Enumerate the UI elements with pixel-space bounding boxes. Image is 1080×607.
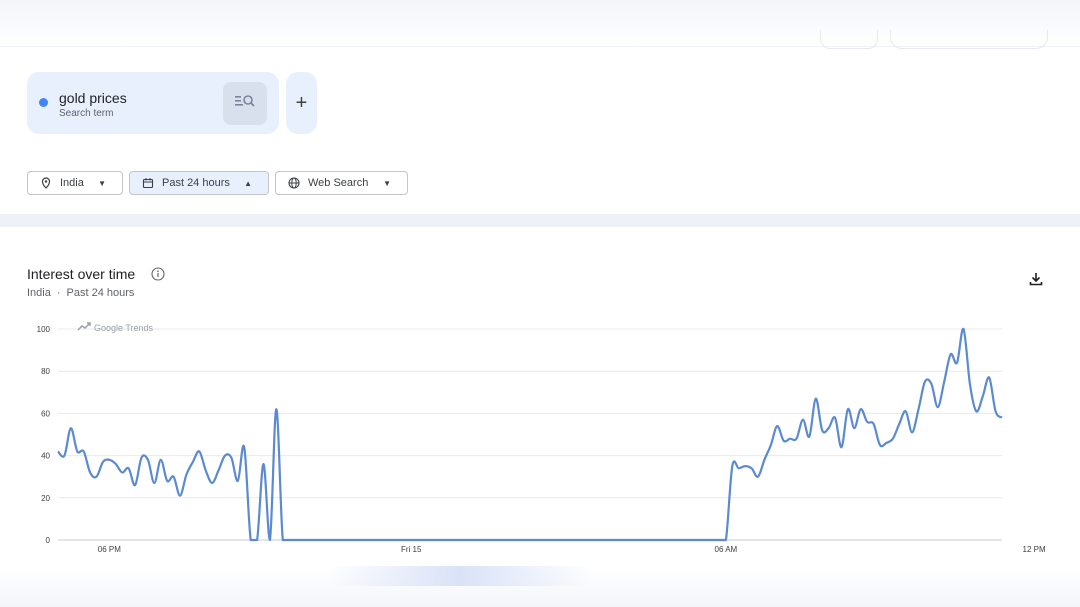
x-tick-label: 06 AM — [715, 545, 738, 554]
y-tick-label: 80 — [41, 367, 50, 376]
ghost-blob — [330, 566, 590, 586]
interest-chart: 0 20 40 60 80 100 06 PM Fri 15 06 AM 12 PM — [37, 325, 1046, 554]
y-tick-label: 0 — [46, 536, 51, 545]
x-tick-label: Fri 15 — [401, 545, 422, 554]
y-tick-label: 20 — [41, 494, 50, 503]
trend-arrow-icon — [77, 322, 91, 333]
y-tick-label: 40 — [41, 452, 50, 461]
google-trends-brand: Google Trends — [77, 322, 153, 333]
series-line — [57, 327, 1003, 542]
x-tick-label: 12 PM — [1023, 545, 1046, 554]
x-tick-label: 06 PM — [98, 545, 121, 554]
y-tick-label: 60 — [41, 409, 50, 418]
y-tick-label: 100 — [37, 325, 51, 334]
brand-label: Google Trends — [94, 322, 154, 333]
bottom-ghost — [0, 566, 1080, 607]
